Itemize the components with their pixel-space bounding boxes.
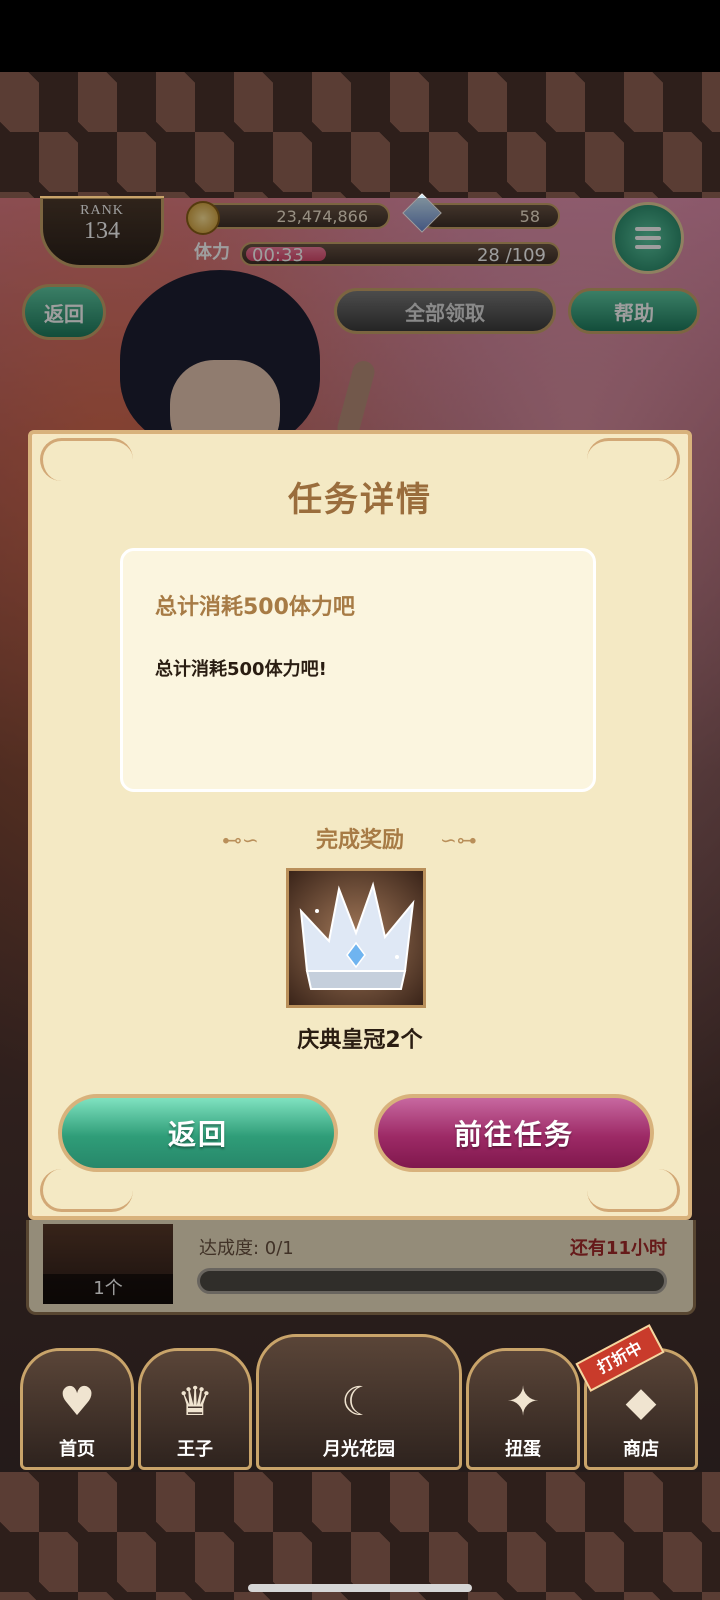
flourish-right-icon: ∽⊶ bbox=[440, 828, 477, 852]
crown-icon bbox=[299, 881, 415, 990]
nav-garden-label: 月光花园 bbox=[323, 1439, 395, 1460]
nav-shop-label: 商店 bbox=[623, 1439, 659, 1460]
nav-prince[interactable]: ♛ 王子 bbox=[138, 1348, 252, 1470]
heart-icon: ♥ bbox=[59, 1379, 95, 1425]
reward-item-frame[interactable] bbox=[286, 868, 426, 1008]
nav-gacha-label: 扭蛋 bbox=[505, 1439, 541, 1460]
gacha-egg-icon: ✦ bbox=[506, 1379, 540, 1425]
nav-gacha[interactable]: ✦ 扭蛋 bbox=[466, 1348, 580, 1470]
ornament-corner bbox=[587, 1169, 680, 1212]
go-to-task-button[interactable]: 前往任务 bbox=[374, 1094, 654, 1172]
reward-section-title: 完成奖励 bbox=[315, 828, 404, 853]
task-detail-modal: 任务详情 总计消耗500体力吧 总计消耗500体力吧! ⊷∽ 完成奖励 ∽⊶ 庆… bbox=[28, 430, 692, 1220]
shop-gem-icon: ◆ bbox=[625, 1379, 657, 1425]
nav-moonlight-garden[interactable]: ☾ 月光花园 bbox=[256, 1334, 462, 1470]
reward-name: 庆典皇冠2个 bbox=[297, 1028, 423, 1053]
nav-home-label: 首页 bbox=[59, 1439, 95, 1460]
ornament-corner bbox=[40, 1169, 133, 1212]
bottom-pattern bbox=[0, 1472, 720, 1600]
garden-characters-icon: ☾ bbox=[341, 1379, 377, 1425]
task-description: 总计消耗500体力吧! bbox=[155, 659, 327, 680]
gesture-bar[interactable] bbox=[248, 1584, 472, 1592]
status-bar bbox=[0, 0, 720, 72]
modal-back-button[interactable]: 返回 bbox=[58, 1094, 338, 1172]
nav-prince-label: 王子 bbox=[177, 1439, 213, 1460]
crown-nav-icon: ♛ bbox=[177, 1379, 213, 1425]
top-pattern bbox=[0, 72, 720, 198]
modal-title: 任务详情 bbox=[288, 480, 432, 520]
task-detail-box: 总计消耗500体力吧 总计消耗500体力吧! bbox=[120, 548, 596, 792]
task-name: 总计消耗500体力吧 bbox=[155, 595, 355, 620]
nav-home[interactable]: ♥ 首页 bbox=[20, 1348, 134, 1470]
